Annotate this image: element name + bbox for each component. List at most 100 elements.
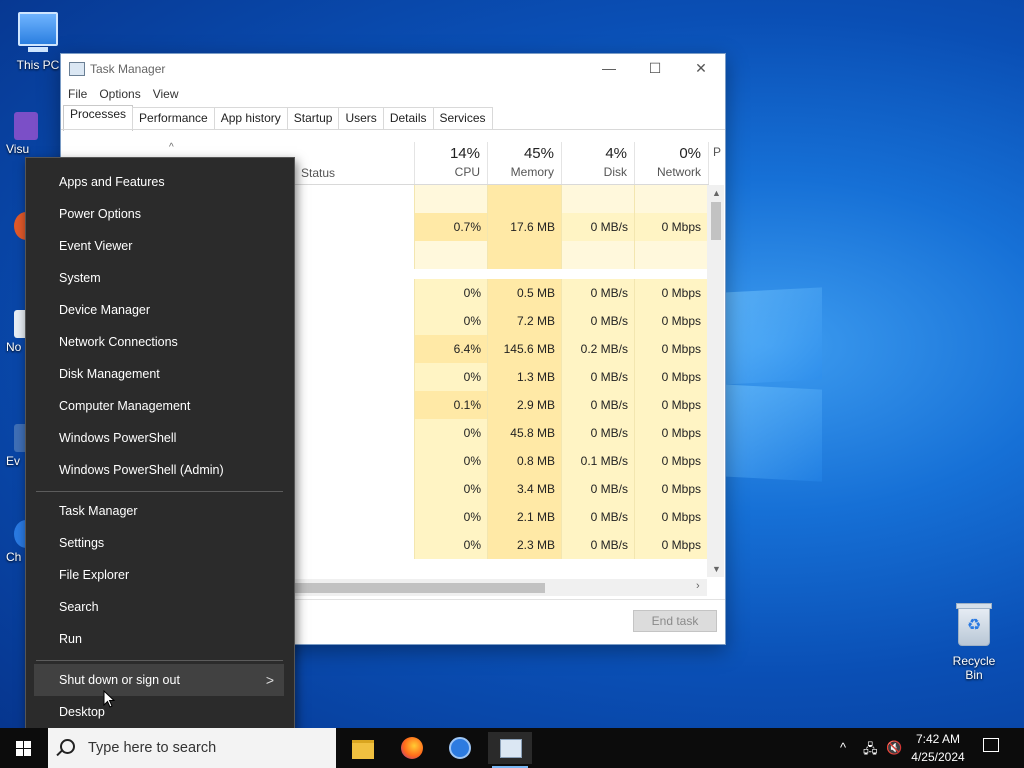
cell-cpu: 0.1% [414,391,487,419]
taskbar-task-manager[interactable] [488,732,532,768]
menu-item-disk-management[interactable]: Disk Management [26,358,292,390]
cell-network: 0 Mbps [634,391,707,419]
task-manager-icon [69,62,85,76]
tab-startup[interactable]: Startup [286,107,340,129]
taskbar-firefox[interactable] [390,732,434,764]
cpu-label: CPU [454,165,480,179]
cell-cpu: 0.7% [414,213,487,241]
menu-item-label: Shut down or sign out [59,673,180,687]
this-pc-label: This PC [16,58,60,72]
taskbar-search-box[interactable]: Type here to search [48,728,336,768]
cell-memory: 2.3 MB [487,531,561,559]
menu-view[interactable]: View [146,85,184,101]
menu-options[interactable]: Options [92,85,145,101]
volume-muted-icon[interactable]: 🔇 [886,740,902,756]
cell-disk: 0 MB/s [561,475,634,503]
cell-disk: 0 MB/s [561,279,634,307]
tab-performance[interactable]: Performance [132,107,215,129]
column-header-memory[interactable]: 45% Memory [487,142,561,184]
cell-cpu [414,241,487,269]
menu-item-computer-management[interactable]: Computer Management [26,390,292,422]
recycle-bin-label: Recycle Bin [952,654,996,682]
menu-item-event-viewer[interactable]: Event Viewer [26,230,292,262]
menu-item-run[interactable]: Run [26,623,292,655]
tab-details[interactable]: Details [382,107,434,129]
cell-network: 0 Mbps [634,213,707,241]
cell-network: 0 Mbps [634,475,707,503]
cell-disk [561,241,634,269]
menu-item-power-options[interactable]: Power Options [26,198,292,230]
recycle-bin-desktop-icon[interactable]: Recycle Bin [944,603,1004,682]
column-header-status[interactable]: Status [301,166,335,180]
menu-item-apps-and-features[interactable]: Apps and Features [26,166,292,198]
menu-item-shut-down-or-sign-out[interactable]: Shut down or sign out > [34,664,284,696]
memory-label: Memory [510,165,554,179]
scroll-right-icon[interactable]: › [696,580,700,592]
search-icon [60,739,75,754]
column-header-disk[interactable]: 4% Disk [561,142,634,184]
cell-cpu: 0% [414,419,487,447]
column-header-network[interactable]: 0% Network [634,142,708,184]
clock-time[interactable]: 7:42 AM [906,732,970,746]
cell-memory: 7.2 MB [487,307,561,335]
vertical-scroll-thumb[interactable] [711,202,721,240]
scroll-down-icon[interactable]: ▼ [712,564,721,574]
start-button[interactable] [0,728,48,768]
tab-users[interactable]: Users [338,107,384,129]
cell-memory: 0.8 MB [487,447,561,475]
menu-item-file-explorer[interactable]: File Explorer [26,559,292,591]
network-icon[interactable]: 🖧 [863,740,878,762]
menu-item-network-connections[interactable]: Network Connections [26,326,292,358]
menu-item-windows-powershell-admin[interactable]: Windows PowerShell (Admin) [26,454,292,486]
cell-cpu: 0% [414,363,487,391]
menu-item-settings[interactable]: Settings [26,527,292,559]
tab-app-history[interactable]: App history [213,107,288,129]
menu-item-system[interactable]: System [26,262,292,294]
title-bar[interactable]: Task Manager — ☐ ✕ [61,54,725,84]
menu-item-desktop[interactable]: Desktop [26,696,292,728]
tab-divider [61,129,725,130]
cell-memory: 2.1 MB [487,503,561,531]
taskbar-chrome[interactable] [438,732,482,764]
desktop-icon-visual-studio[interactable]: Visu [0,112,38,156]
this-pc-desktop-icon[interactable]: This PC [8,12,68,72]
menu-item-task-manager[interactable]: Task Manager [26,495,292,527]
tab-processes[interactable]: Processes [63,105,134,131]
cell-cpu [414,185,487,213]
notifications-icon[interactable] [983,738,999,752]
cell-network: 0 Mbps [634,419,707,447]
cell-disk: 0 MB/s [561,419,634,447]
network-total: 0% [679,145,701,162]
scroll-up-icon[interactable]: ▲ [712,188,721,198]
menu-file[interactable]: File [61,85,92,101]
disk-total: 4% [605,145,627,162]
menu-item-search[interactable]: Search [26,591,292,623]
windows-icon [24,741,31,748]
tab-services[interactable]: Services [432,107,493,129]
desktop-icon-label: Ch [6,550,22,564]
column-header-power[interactable]: P [708,142,724,184]
vertical-scrollbar[interactable] [707,185,724,577]
maximize-button[interactable]: ☐ [632,54,678,84]
close-button[interactable]: ✕ [678,54,724,84]
window-title: Task Manager [90,62,166,76]
horizontal-scroll-thumb[interactable] [295,583,545,593]
power-label: P [713,145,722,159]
clock-date[interactable]: 4/25/2024 [906,750,970,764]
sort-up-icon[interactable]: ^ [169,142,174,153]
end-task-button[interactable]: End task [633,610,717,632]
cell-memory: 3.4 MB [487,475,561,503]
cell-network: 0 Mbps [634,363,707,391]
cell-cpu: 0% [414,279,487,307]
menu-item-windows-powershell[interactable]: Windows PowerShell [26,422,292,454]
windows-icon [16,741,23,748]
cell-disk: 0 MB/s [561,391,634,419]
menu-item-device-manager[interactable]: Device Manager [26,294,292,326]
taskbar-file-explorer[interactable] [340,732,384,764]
column-header-cpu[interactable]: 14% CPU [414,142,487,184]
windows-icon [16,749,23,756]
cell-disk: 0 MB/s [561,531,634,559]
visual-studio-icon [14,112,38,140]
show-hidden-icons-icon[interactable]: ^ [840,740,846,755]
minimize-button[interactable]: — [586,54,632,84]
